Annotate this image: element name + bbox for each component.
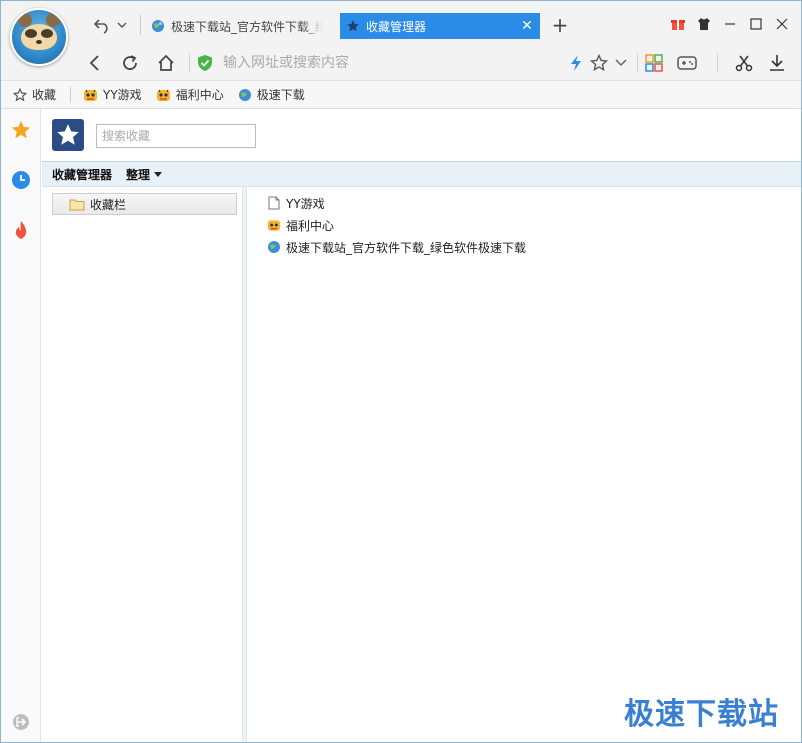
history-clock-icon[interactable]	[10, 169, 32, 191]
hot-fire-icon[interactable]	[10, 219, 32, 241]
maximize-icon[interactable]	[747, 13, 765, 35]
screenshot-button[interactable]	[732, 51, 756, 75]
home-button[interactable]	[154, 51, 178, 75]
navigation-bar	[1, 45, 801, 81]
tab-title: 收藏管理器	[366, 19, 427, 34]
close-window-icon[interactable]	[773, 13, 791, 35]
logo-eye	[41, 29, 53, 38]
apps-grid-icon	[645, 54, 663, 72]
caret-down-icon	[154, 171, 163, 177]
refresh-button[interactable]	[118, 51, 142, 75]
favorites-button[interactable]: 收藏	[13, 86, 56, 103]
bookmark-welfare-center[interactable]: 福利中心	[156, 86, 224, 103]
star-icon	[346, 19, 360, 33]
watermark: 极速下载站	[624, 697, 779, 732]
star-outline-icon	[13, 87, 27, 102]
list-item[interactable]: 极速下载站_官方软件下载_绿色软件极速下载	[267, 237, 526, 257]
bookmark-manager-toolbar: 收藏管理器 整理	[42, 161, 801, 187]
bookmark-label: 极速下载	[256, 88, 305, 102]
lightning-icon	[571, 55, 581, 71]
folder-icon	[69, 198, 85, 211]
gamepad-icon	[677, 56, 697, 70]
organize-label: 整理	[126, 167, 151, 182]
favorites-label: 收藏	[32, 88, 57, 102]
bookmark-list: YY游戏 福利中心 极速下载站_官方软件下载_绿色软件极速下载 极速下载站	[247, 187, 801, 742]
tiger-icon	[83, 88, 98, 102]
folder-tree: 收藏栏	[42, 187, 242, 742]
nav-divider	[637, 53, 638, 73]
bookmark-yy-games[interactable]: YY游戏	[83, 86, 142, 103]
home-icon	[158, 54, 174, 71]
folder-bookmarks-bar[interactable]: 收藏栏	[52, 193, 237, 215]
nav-divider	[189, 53, 190, 73]
tiger-icon	[267, 218, 281, 232]
side-rail	[1, 109, 41, 742]
back-button[interactable]	[83, 51, 107, 75]
bookmark-title: 福利中心	[286, 218, 335, 233]
bookmark-title: 极速下载站_官方软件下载_绿色软件极速下载	[286, 240, 527, 255]
folder-label: 收藏栏	[90, 197, 127, 212]
chevron-down-icon	[117, 22, 127, 28]
address-input[interactable]	[223, 55, 543, 71]
tab-title: 极速下载站_官方软件下载_绿色软件极速下载	[171, 19, 323, 34]
new-tab-button[interactable]: +	[549, 14, 571, 36]
chevron-down-icon	[615, 59, 627, 67]
undo-icon	[93, 19, 108, 34]
bookmark-jisu-download[interactable]: 极速下载	[238, 86, 305, 103]
bookmarks-divider	[70, 86, 72, 103]
bookmark-manager-icon	[52, 119, 84, 151]
shield-icon	[198, 55, 212, 71]
bookmarks-bar: 收藏 YY游戏 福利中心 极速下载	[1, 81, 801, 109]
list-item[interactable]: YY游戏	[267, 193, 325, 213]
title-bar: 极速下载站_官方软件下载_绿色软件极速下载 收藏管理器 ✕ +	[1, 1, 801, 66]
logo-eye	[25, 29, 37, 38]
exit-icon[interactable]	[10, 711, 32, 733]
star-outline-icon	[590, 54, 608, 72]
apps-button[interactable]	[642, 51, 666, 75]
organize-menu[interactable]: 整理	[126, 166, 163, 183]
tab-divider	[140, 15, 141, 35]
bookmark-label: YY游戏	[103, 88, 142, 102]
tab-bookmark-manager[interactable]: 收藏管理器 ✕	[340, 13, 540, 39]
bookmark-manager-header	[42, 109, 801, 161]
page-icon	[267, 196, 281, 210]
game-button[interactable]	[675, 51, 699, 75]
globe-icon	[238, 88, 252, 102]
back-arrow-icon	[89, 55, 99, 71]
speed-mode-button[interactable]	[564, 51, 588, 75]
globe-icon	[267, 240, 281, 254]
favorites-star-icon[interactable]	[10, 119, 32, 141]
tab-jisu-download[interactable]: 极速下载站_官方软件下载_绿色软件极速下载	[145, 13, 335, 39]
nav-divider	[717, 53, 718, 73]
address-dropdown-button[interactable]	[609, 51, 633, 75]
gift-icon[interactable]	[669, 13, 687, 35]
bookmark-manager-title: 收藏管理器	[52, 167, 113, 182]
bookmark-search-input[interactable]	[96, 124, 256, 148]
download-icon	[770, 55, 784, 71]
logo-nose	[36, 40, 42, 44]
window-controls	[669, 13, 791, 35]
undo-close-tab-button[interactable]	[93, 15, 129, 35]
bookmark-label: 福利中心	[175, 88, 224, 102]
scissors-icon	[735, 55, 753, 72]
close-tab-icon[interactable]: ✕	[520, 18, 534, 34]
download-button[interactable]	[765, 51, 789, 75]
add-favorite-button[interactable]	[587, 51, 611, 75]
browser-logo[interactable]	[10, 8, 68, 66]
tiger-icon	[156, 88, 171, 102]
refresh-icon	[123, 55, 137, 70]
globe-icon	[151, 19, 165, 33]
skin-icon[interactable]	[695, 13, 713, 35]
browser-window: 极速下载站_官方软件下载_绿色软件极速下载 收藏管理器 ✕ +	[0, 0, 802, 743]
bookmark-title: YY游戏	[286, 196, 325, 211]
minimize-icon[interactable]	[721, 13, 739, 35]
list-item[interactable]: 福利中心	[267, 215, 334, 235]
